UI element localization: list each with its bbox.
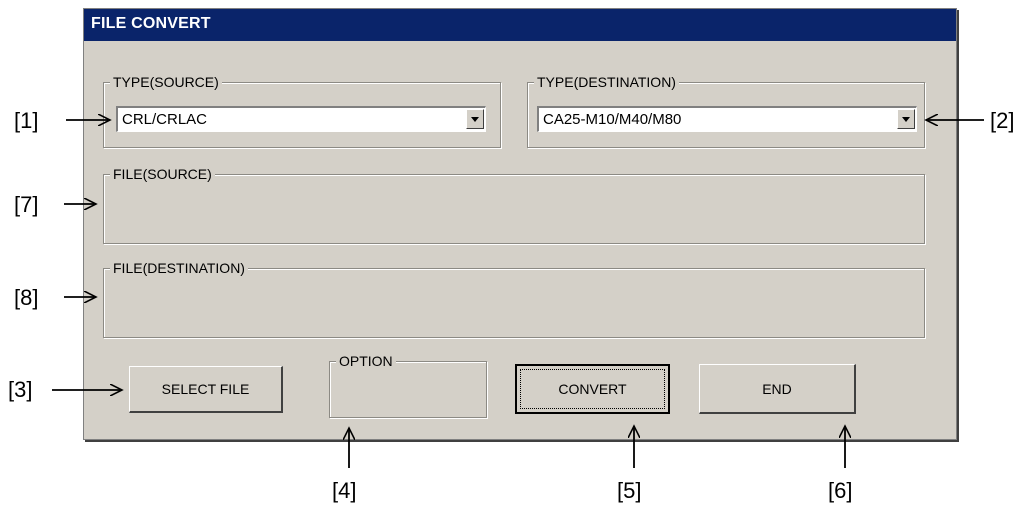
annotation-arrows [52, 0, 984, 468]
annotation-1: [1] [14, 108, 39, 133]
annotation-2: [2] [990, 108, 1015, 133]
annotation-5: [5] [617, 478, 642, 503]
annotation-8: [8] [14, 285, 39, 310]
annotation-7: [7] [14, 192, 39, 217]
annotation-4: [4] [332, 478, 357, 503]
annotation-3: [3] [8, 377, 33, 402]
annotation-6: [6] [828, 478, 853, 503]
